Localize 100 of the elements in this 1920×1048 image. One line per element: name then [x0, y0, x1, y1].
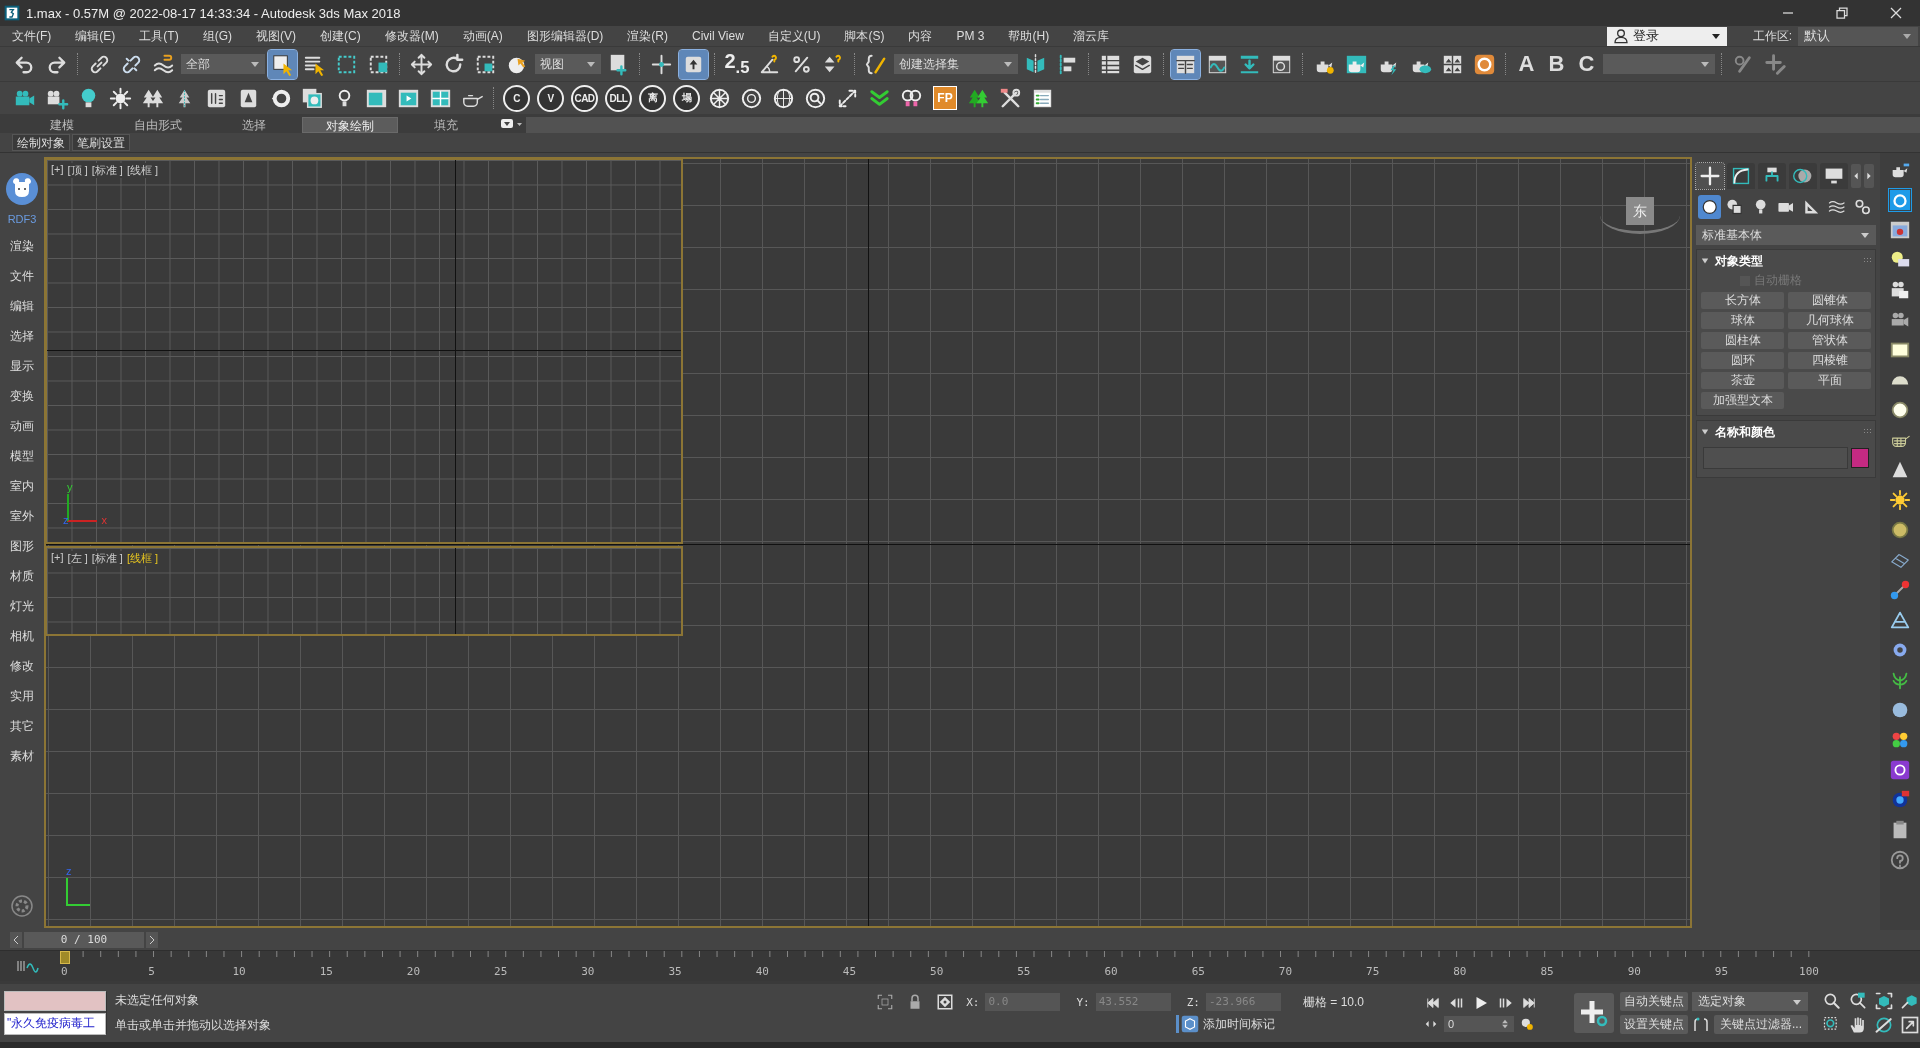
primitive-button[interactable]: 加强型文本	[1701, 392, 1784, 409]
sidebar-item[interactable]: 修改	[10, 651, 34, 681]
transform-mode-icon[interactable]	[936, 993, 955, 1011]
monitor-icon[interactable]	[1820, 163, 1848, 189]
add-time-tag-button[interactable]: 添加时间标记	[1176, 1015, 1276, 1033]
script-output-field[interactable]: "永久免疫病毒工	[4, 1013, 106, 1035]
color-swatch[interactable]	[1851, 448, 1869, 468]
grip-icon[interactable]	[1863, 428, 1871, 436]
menu-item[interactable]: 自定义(U)	[755, 27, 833, 45]
ribbon-menu-icon[interactable]	[500, 118, 524, 130]
primitive-button[interactable]: 球体	[1701, 312, 1784, 329]
go-to-end-icon[interactable]	[1520, 994, 1538, 1012]
primitive-button[interactable]: 茶壶	[1701, 372, 1784, 389]
viewport-label[interactable]: [标准 ]	[91, 163, 123, 178]
isolate-icon[interactable]	[876, 993, 895, 1011]
sidebar-item[interactable]: 变换	[10, 381, 34, 411]
primitive-button[interactable]: 几何球体	[1788, 312, 1871, 329]
frame-spinner[interactable]: 0	[1444, 1016, 1514, 1032]
script-input-field[interactable]	[4, 991, 106, 1011]
triangle-icon[interactable]	[1701, 428, 1709, 436]
viewport-label[interactable]: [线框 ]	[126, 551, 159, 566]
disc-light-icon[interactable]	[1889, 399, 1911, 421]
sidebar-item[interactable]: 选择	[10, 321, 34, 351]
sidebar-item[interactable]: 灯光	[10, 591, 34, 621]
previous-icon[interactable]	[10, 932, 22, 948]
primitive-button[interactable]: 四棱锥	[1788, 352, 1871, 369]
menu-item[interactable]: PM 3	[944, 29, 997, 43]
time-config-icon[interactable]	[1520, 1017, 1534, 1031]
sidebar-item[interactable]: 模型	[10, 441, 34, 471]
circle-tool-button[interactable]: 离	[639, 84, 666, 112]
top-viewport[interactable]: [+] [顶 ] [标准 ] [线框 ] y z x	[45, 158, 683, 544]
left-viewport[interactable]: [+] [左 ] [标准 ] [线框 ]	[45, 546, 683, 636]
plus-icon[interactable]	[1696, 163, 1724, 189]
sidebar-item[interactable]: 素材	[10, 741, 34, 771]
film-camera-icon[interactable]	[1889, 279, 1911, 301]
sidebar-item[interactable]: 文件	[10, 261, 34, 291]
circle-tool-button[interactable]: V	[537, 84, 564, 112]
menu-item[interactable]: 渲染(R)	[615, 27, 680, 45]
circle-tool-button[interactable]: DLL	[605, 84, 632, 112]
workspace-dropdown[interactable]: 默认	[1798, 26, 1918, 46]
menu-item[interactable]: 修改器(M)	[372, 27, 451, 45]
primitive-button[interactable]: 圆锥体	[1788, 292, 1871, 309]
ribbon-tab[interactable]: 对象绘制	[302, 117, 398, 133]
set-key-mode-button[interactable]: 设置关键点	[1620, 1015, 1688, 1034]
circle-tool-button[interactable]: C	[503, 84, 530, 112]
snap-toggle[interactable]: 2$_{.5}$	[722, 49, 752, 79]
sidebar-item[interactable]: 相机	[10, 621, 34, 651]
category-dropdown[interactable]: 标准基本体	[1696, 225, 1876, 245]
set-key-button[interactable]	[1574, 993, 1614, 1033]
help-icon[interactable]	[1889, 849, 1911, 871]
menu-item[interactable]: Civil View	[680, 29, 756, 43]
toolbar-dropdown[interactable]: 全部	[181, 54, 265, 74]
sidebar-item[interactable]: 编辑	[10, 291, 34, 321]
ribbon-panel-button[interactable]: 绘制对象	[12, 134, 70, 151]
viewport-label[interactable]: [线框 ]	[126, 163, 159, 178]
bear-logo-icon[interactable]	[6, 173, 38, 205]
sidebar-item[interactable]: 渲染	[10, 231, 34, 261]
sidebar-item[interactable]: 室外	[10, 501, 34, 531]
ribbon-tab[interactable]: 选择	[206, 117, 302, 133]
sidebar-item[interactable]: 其它	[10, 711, 34, 741]
primitive-button[interactable]: 圆柱体	[1701, 332, 1784, 349]
viewport-label[interactable]: [+]	[51, 163, 64, 178]
menu-item[interactable]: 文件(F)	[0, 27, 64, 45]
rounded-square-icon[interactable]	[1889, 759, 1911, 781]
primitive-button[interactable]: 管状体	[1788, 332, 1871, 349]
menu-item[interactable]: 帮助(H)	[996, 27, 1062, 45]
circle-motion-icon[interactable]	[1789, 163, 1817, 189]
magnifier-icon[interactable]	[1822, 991, 1842, 1011]
primitive-button[interactable]: 长方体	[1701, 292, 1784, 309]
curve-square-icon[interactable]	[1727, 163, 1755, 189]
menu-item[interactable]: 工具(T)	[127, 27, 191, 45]
circle-tool-button[interactable]: 塌	[673, 84, 700, 112]
ribbon-tab[interactable]: 建模	[14, 117, 110, 133]
viewport-label[interactable]: [顶 ]	[67, 163, 88, 178]
account-dropdown[interactable]: 登录	[1606, 26, 1727, 46]
ribbon-tab[interactable]: 填充	[398, 117, 494, 133]
rollout-title[interactable]: 对象类型	[1715, 252, 1763, 270]
letter-tool-button[interactable]: A	[1513, 49, 1540, 79]
viewport-label[interactable]: [标准 ]	[91, 551, 123, 566]
toolbar-dropdown[interactable]: 创建选择集	[894, 54, 1018, 74]
ringed-sphere-icon[interactable]	[1889, 519, 1911, 541]
primitive-button[interactable]: 圆环	[1701, 352, 1784, 369]
rollout-title[interactable]: 名称和颜色	[1715, 423, 1775, 441]
menu-item[interactable]: 编辑(E)	[63, 27, 128, 45]
menu-item[interactable]: 图形编辑器(D)	[514, 27, 616, 45]
triangle-icon[interactable]	[1701, 257, 1709, 265]
toolbar-dropdown[interactable]: 视图	[535, 54, 601, 74]
sidebar-item[interactable]: 材质	[10, 561, 34, 591]
sidebar-item[interactable]: 显示	[10, 351, 34, 381]
sidebar-item[interactable]: 图形	[10, 531, 34, 561]
magnifier-icon[interactable]	[1848, 991, 1868, 1011]
sidebar-item[interactable]: 动画	[10, 411, 34, 441]
window-grid-icon[interactable]	[1171, 49, 1200, 79]
grip-icon[interactable]	[1863, 257, 1871, 265]
key-filters-button[interactable]: 关键点过滤器...	[1714, 1015, 1808, 1034]
molecule-icon[interactable]	[1889, 579, 1911, 601]
key-filter-icon[interactable]	[1692, 1015, 1710, 1034]
ribbon-tab[interactable]: 自由形式	[110, 117, 206, 133]
render-window-icon[interactable]	[1889, 219, 1911, 241]
ribbon-panel-button[interactable]: 笔刷设置	[72, 134, 130, 151]
